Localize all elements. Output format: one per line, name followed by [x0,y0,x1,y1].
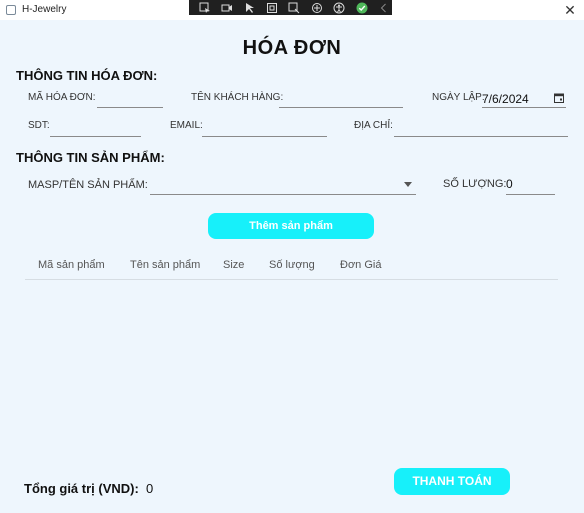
select-element-icon[interactable] [197,1,212,14]
total-label: Tổng giá trị (VND): [24,481,139,496]
customer-name-label: TÊN KHÁCH HÀNG: [191,92,284,103]
layout-icon[interactable] [309,1,324,14]
email-label: EMAIL: [170,120,203,131]
date-label: NGÀY LẬP: [432,92,485,103]
column-header-quantity[interactable]: Số lượng [269,259,315,271]
calendar-icon[interactable] [554,93,564,103]
date-value: 7/6/2024 [482,92,529,106]
square-icon[interactable] [264,1,279,14]
window-title: H-Jewelry [22,4,67,15]
pointer-icon[interactable] [242,1,257,14]
address-field[interactable] [394,123,568,137]
pay-button[interactable]: THANH TOÁN [394,468,510,495]
column-header-unit-price[interactable]: Đơn Giá [340,259,381,271]
column-header-product-name[interactable]: Tên sản phẩm [130,259,200,271]
phone-field[interactable] [50,123,141,137]
column-header-product-id[interactable]: Mã sản phẩm [38,259,105,271]
chevron-down-icon[interactable] [404,182,412,187]
video-icon[interactable] [219,1,234,14]
product-label: MASP/TÊN SẢN PHẨM: [28,179,148,191]
add-product-button[interactable]: Thêm sản phẩm [208,213,374,239]
phone-label: SDT: [28,120,50,131]
quantity-field[interactable]: 0 [506,178,555,195]
app-icon [6,5,16,15]
page-title: HÓA ĐƠN [242,37,342,59]
invoice-id-label: MÃ HÓA ĐƠN: [28,92,96,103]
column-header-size[interactable]: Size [223,259,244,271]
chevron-left-icon[interactable] [377,1,392,14]
date-picker[interactable]: 7/6/2024 [482,90,566,108]
inspect-icon[interactable] [287,1,302,14]
product-info-title: THÔNG TIN SẢN PHẨM: [16,150,165,165]
invoice-id-field[interactable] [97,94,163,108]
product-combobox[interactable] [150,176,416,195]
accessibility-icon[interactable] [332,1,347,14]
product-table: Mã sản phẩm Tên sản phẩm Size Số lượng Đ… [25,253,558,280]
email-field[interactable] [202,123,327,137]
check-icon[interactable] [354,1,369,14]
close-button[interactable]: ✕ [556,0,584,20]
address-label: ĐỊA CHỈ: [354,120,393,131]
customer-name-field[interactable] [279,94,403,108]
dev-toolbar [189,0,392,15]
quantity-label: SỐ LƯỢNG: [443,178,507,190]
total-value: 0 [146,481,154,496]
invoice-info-title: THÔNG TIN HÓA ĐƠN: [16,68,158,83]
